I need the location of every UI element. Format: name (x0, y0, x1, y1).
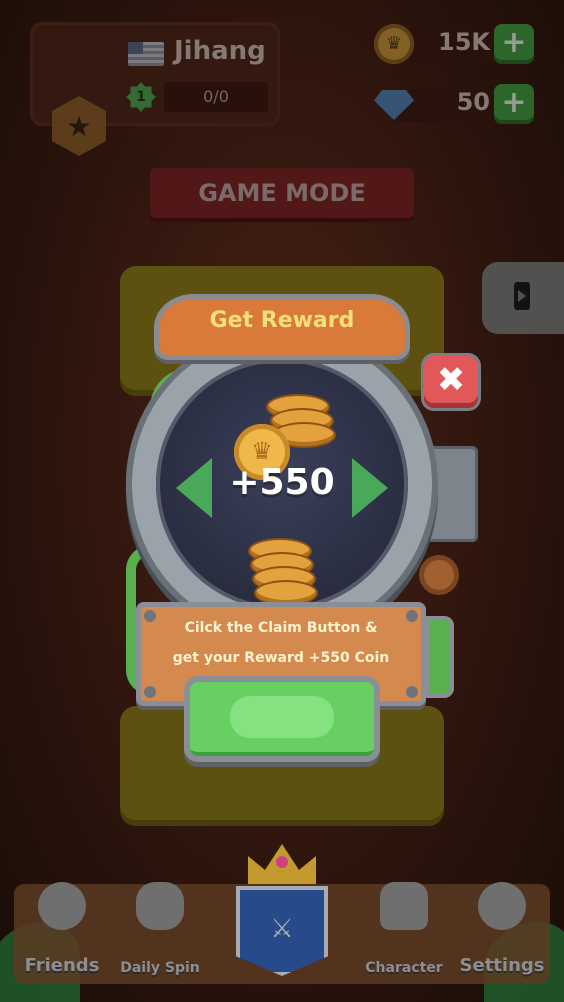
xp-progress: 0/0 (164, 82, 268, 112)
instruction-text: get your Reward +550 Coin (172, 650, 390, 666)
game-mode-banner: GAME MODE (150, 168, 414, 218)
arrow-right-icon (514, 282, 530, 310)
claim-button-label (230, 696, 334, 738)
coin-balance: ♛ 15K + (374, 24, 534, 66)
us-flag-icon (128, 42, 164, 66)
nav-character-label: Character (365, 960, 443, 976)
nav-settings-label: Settings (459, 955, 545, 976)
nav-settings[interactable]: Settings (454, 868, 550, 978)
level-badge: 1 (126, 82, 156, 112)
reward-amount: +550 (229, 462, 335, 503)
gem-amount: 50 (456, 88, 490, 116)
crown-coin-icon: ♛ (374, 24, 414, 64)
gear-decor-icon (424, 560, 454, 590)
friends-icon (38, 882, 86, 930)
screw-icon (144, 686, 156, 698)
bottom-nav: Friends Daily Spin ⚔ Character Settings (0, 844, 564, 1002)
nav-daily-spin[interactable]: Daily Spin (112, 868, 208, 978)
claim-button[interactable] (184, 676, 380, 762)
clover-icon (136, 882, 184, 930)
crossed-swords-icon: ⚔ (236, 886, 328, 976)
nav-battle[interactable]: ⚔ (214, 844, 350, 976)
add-coins-button[interactable]: + (494, 24, 534, 64)
nav-daily-spin-label: Daily Spin (120, 960, 200, 976)
modal-title: Get Reward (209, 308, 355, 333)
side-panel-toggle[interactable] (482, 262, 564, 334)
gem-balance: 50 + (374, 84, 534, 126)
screw-icon (406, 686, 418, 698)
nav-friends[interactable]: Friends (14, 868, 110, 978)
nav-character[interactable]: Character (356, 868, 452, 978)
coin-amount: 15K (438, 28, 490, 56)
close-button[interactable]: ✖ (424, 356, 478, 408)
decor-pipe (426, 616, 454, 698)
gear-icon (478, 882, 526, 930)
instruction-text: Cilck the Claim Button & (184, 620, 378, 636)
crown-gem (276, 856, 288, 868)
helmet-icon (380, 882, 428, 930)
add-gems-button[interactable]: + (494, 84, 534, 124)
reward-title-banner: Get Reward (154, 294, 410, 360)
player-name: Jihang (174, 36, 266, 66)
nav-friends-label: Friends (24, 955, 100, 976)
